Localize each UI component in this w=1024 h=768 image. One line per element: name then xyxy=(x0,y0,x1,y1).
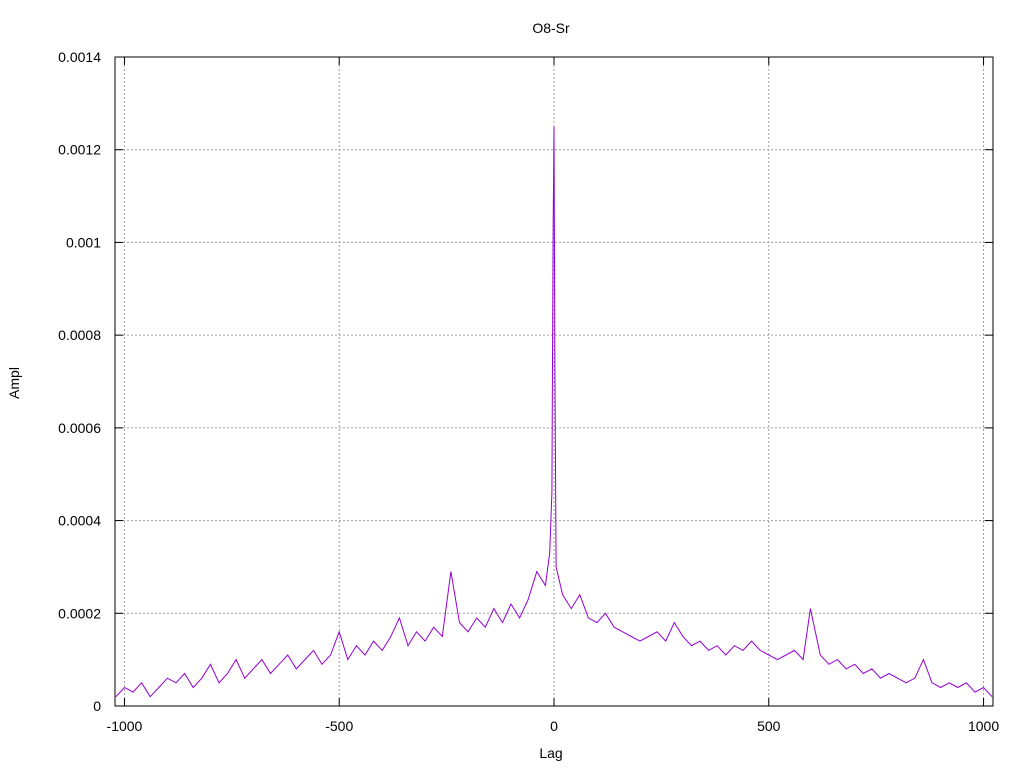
y-axis-label: Ampl xyxy=(6,367,22,399)
x-tick-label: -500 xyxy=(325,718,353,734)
y-tick-label: 0.0002 xyxy=(58,605,101,621)
tick-labels: -1000 -500 0 500 1000 0 0.0002 0.0004 0.0006 0.00… xyxy=(58,49,999,734)
x-tick-label: 1000 xyxy=(968,718,999,734)
y-tick-label: 0.0004 xyxy=(58,513,101,529)
y-tick-label: 0.0012 xyxy=(58,142,101,158)
x-tick-label: -1000 xyxy=(107,718,143,734)
x-axis-label: Lag xyxy=(539,745,562,761)
chart: O8-Sr -1000 -500 0 500 1000 0 0.0002 0.0004 0.00… xyxy=(6,20,999,761)
y-tick-label: 0 xyxy=(93,698,101,714)
x-tick-label: 500 xyxy=(757,718,781,734)
chart-title: O8-Sr xyxy=(532,20,570,36)
y-tick-label: 0.0006 xyxy=(58,420,101,436)
series xyxy=(115,126,993,698)
x-tick-label: 0 xyxy=(550,718,558,734)
y-tick-label: 0.001 xyxy=(66,234,101,250)
y-tick-label: 0.0008 xyxy=(58,327,101,343)
y-tick-label: 0.0014 xyxy=(58,49,101,65)
series-line xyxy=(115,126,993,698)
